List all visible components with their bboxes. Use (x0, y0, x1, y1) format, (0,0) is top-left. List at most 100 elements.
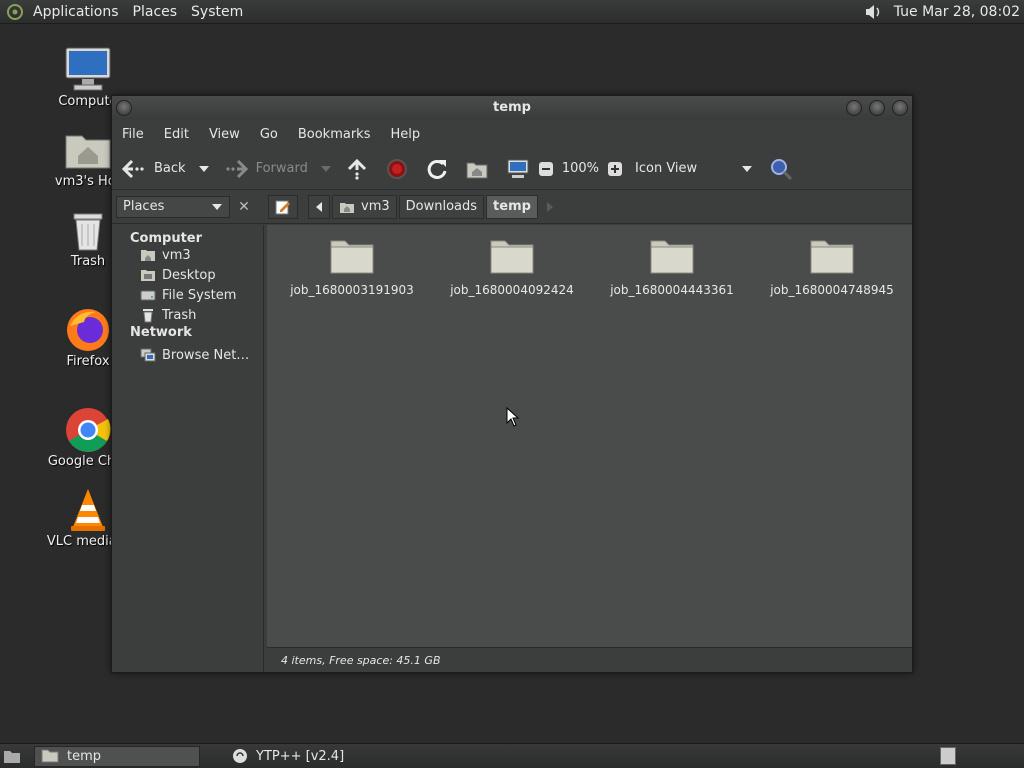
workspace-switcher[interactable] (940, 747, 956, 765)
sidebar-item-browse-network[interactable]: Browse Net… (112, 345, 263, 365)
computer-button[interactable] (506, 153, 530, 185)
title-bar[interactable]: temp (112, 96, 912, 120)
sidebar-item-label: File System (162, 287, 237, 303)
breadcrumb-scroll-left[interactable] (308, 194, 330, 219)
minimize-button[interactable] (846, 100, 862, 116)
back-history-dropdown[interactable] (198, 153, 210, 185)
sidebar-item-label: Browse Net… (162, 347, 250, 363)
sidebar-item-vm3[interactable]: vm3 (112, 245, 263, 265)
forward-history-dropdown[interactable] (320, 153, 332, 185)
taskbar-item-temp[interactable]: temp (34, 745, 200, 767)
menu-bookmarks[interactable]: Bookmarks (288, 127, 381, 142)
computer-icon (507, 159, 529, 178)
toolbar: Back Forward 100% Icon View (112, 148, 912, 190)
home-icon (141, 250, 155, 261)
show-desktop-icon (4, 751, 20, 763)
chrome-icon (64, 406, 112, 454)
forward-label: Forward (255, 161, 308, 176)
up-button[interactable] (346, 153, 368, 185)
breadcrumb-temp[interactable]: temp (486, 194, 538, 219)
window-menu-button[interactable] (116, 100, 132, 116)
sidebar-item-desktop[interactable]: Desktop (112, 265, 263, 285)
bottom-panel: temp YTP++ [v2.4] (0, 743, 1024, 768)
toggle-location-entry-button[interactable] (268, 194, 298, 219)
folder-name: job_1680003191903 (290, 283, 414, 297)
zoom-in-button[interactable] (607, 153, 623, 185)
forward-arrow-icon (225, 159, 248, 178)
maximize-button[interactable] (869, 100, 885, 116)
refresh-app-icon (233, 749, 247, 763)
chevron-down-icon (212, 203, 222, 210)
breadcrumb-scroll-right[interactable] (540, 195, 560, 219)
back-button[interactable]: Back (120, 153, 186, 185)
home-button[interactable] (466, 153, 488, 185)
folder-name: job_1680004748945 (770, 283, 894, 297)
sidebar-type-select[interactable]: Places (116, 195, 230, 218)
places-sidebar: Computer vm3 Desktop File System Trash N… (112, 225, 264, 672)
system-menu[interactable]: System (184, 4, 250, 20)
show-desktop-button[interactable] (0, 745, 24, 767)
zoom-out-icon (538, 161, 553, 176)
chevron-left-icon (316, 201, 322, 212)
folder-icon (41, 749, 59, 763)
taskbar-item-label: YTP++ [v2.4] (256, 748, 345, 764)
mouse-pointer-icon (506, 407, 520, 427)
home-folder-icon (64, 126, 112, 174)
sidebar-type-label: Places (123, 199, 165, 214)
folder-icon (330, 240, 374, 274)
chevron-down-icon (742, 165, 753, 172)
sidebar-section-network: Network (130, 325, 192, 340)
sidebar-item-trash[interactable]: Trash (112, 305, 263, 325)
window-title: temp (493, 100, 531, 115)
sidebar-item-label: Desktop (162, 267, 216, 283)
zoom-out-button[interactable] (538, 153, 554, 185)
forward-button[interactable]: Forward (224, 153, 308, 185)
back-arrow-icon (121, 159, 144, 178)
breadcrumb-vm3[interactable]: vm3 (332, 194, 397, 219)
folder-icon (810, 240, 854, 274)
menu-go[interactable]: Go (250, 127, 288, 142)
menu-file[interactable]: File (112, 127, 154, 142)
distro-logo-icon[interactable] (4, 1, 26, 23)
top-panel: Applications Places System Tue Mar 28, 0… (0, 0, 1024, 24)
close-sidebar-icon[interactable]: ✕ (234, 196, 254, 218)
applications-menu[interactable]: Applications (26, 4, 126, 20)
menu-help[interactable]: Help (380, 127, 430, 142)
breadcrumb-downloads[interactable]: Downloads (398, 194, 485, 219)
location-bar: Places ✕ vm3 Downloads temp (112, 190, 912, 224)
folder-name: job_1680004443361 (610, 283, 734, 297)
close-button[interactable] (892, 100, 908, 116)
menu-view[interactable]: View (199, 127, 250, 142)
taskbar-item-label: temp (67, 748, 102, 764)
menu-edit[interactable]: Edit (154, 127, 199, 142)
breadcrumb-label: temp (493, 199, 531, 214)
network-icon (140, 348, 156, 362)
sidebar-item-file-system[interactable]: File System (112, 285, 263, 305)
folder-item[interactable]: job_1680003191903 (277, 235, 427, 297)
volume-icon[interactable] (860, 1, 886, 23)
home-icon (340, 202, 354, 213)
places-menu[interactable]: Places (126, 4, 185, 20)
reload-button[interactable] (426, 153, 448, 185)
taskbar-item-ytp[interactable]: YTP++ [v2.4] (226, 746, 406, 767)
clock[interactable]: Tue Mar 28, 08:02 (886, 4, 1024, 20)
menu-bar: File Edit View Go Bookmarks Help (112, 120, 912, 148)
view-mode-select[interactable]: Icon View (635, 153, 753, 185)
zoom-in-icon (608, 161, 623, 176)
drive-icon (140, 290, 156, 301)
search-icon (771, 158, 793, 180)
vlc-icon (64, 486, 112, 534)
trash-icon (64, 206, 112, 254)
trash-icon (143, 309, 153, 323)
search-button[interactable] (769, 153, 793, 185)
folder-item[interactable]: job_1680004748945 (757, 235, 907, 297)
zoom-level[interactable]: 100% (562, 153, 599, 185)
folder-name: job_1680004092424 (450, 283, 574, 297)
folder-item[interactable]: job_1680004092424 (437, 235, 587, 297)
stop-button[interactable] (386, 153, 408, 185)
file-view[interactable]: job_1680003191903 job_1680004092424 job_… (267, 225, 912, 647)
back-label: Back (154, 161, 186, 176)
folder-icon (490, 240, 534, 274)
reload-icon (427, 159, 447, 179)
folder-item[interactable]: job_1680004443361 (597, 235, 747, 297)
